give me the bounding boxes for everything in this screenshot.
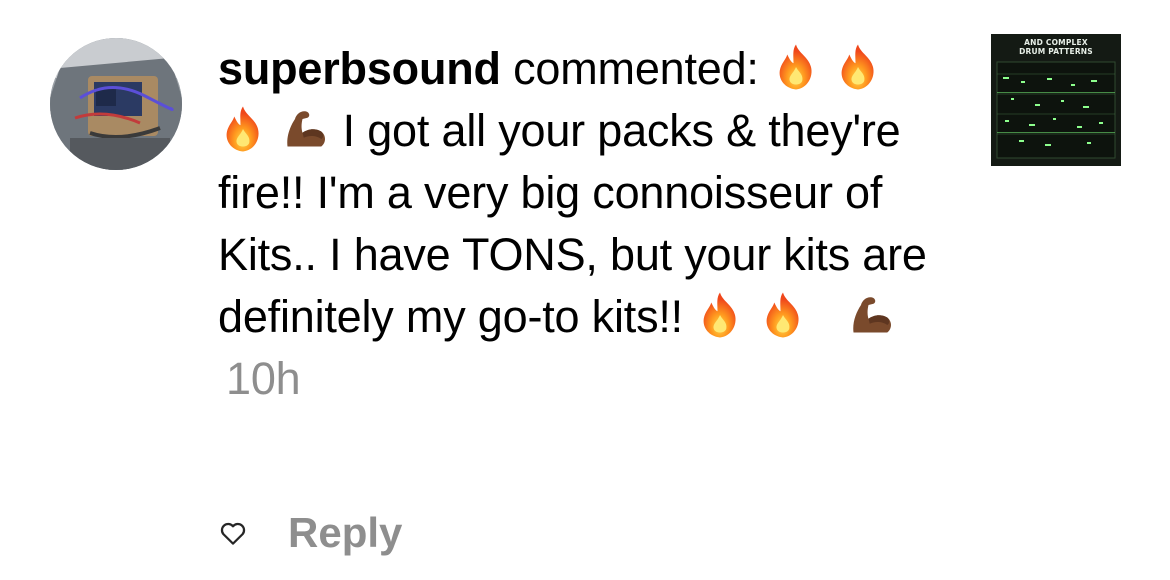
comment-body: superbsound commented: I got all your pa…	[218, 38, 958, 410]
avatar-photo	[50, 38, 182, 170]
comment-verb: commented:	[513, 43, 759, 94]
fire-emoji	[771, 42, 821, 92]
avatar[interactable]	[50, 38, 182, 170]
comment-username[interactable]: superbsound	[218, 43, 501, 94]
fire-emoji	[758, 290, 808, 340]
post-thumbnail[interactable]: AND COMPLEX DRUM PATTERNS	[991, 34, 1121, 166]
flexed-biceps-emoji	[846, 290, 896, 340]
flexed-biceps-emoji	[280, 104, 330, 154]
drum-pattern-graphic	[996, 61, 1116, 159]
fire-emoji	[833, 42, 883, 92]
comment-timestamp: 10h	[226, 353, 301, 404]
fire-emoji	[695, 290, 745, 340]
comment-actions: Reply	[218, 505, 402, 561]
reply-button[interactable]: Reply	[288, 509, 402, 557]
fire-emoji	[218, 104, 268, 154]
heart-icon[interactable]	[218, 518, 248, 548]
